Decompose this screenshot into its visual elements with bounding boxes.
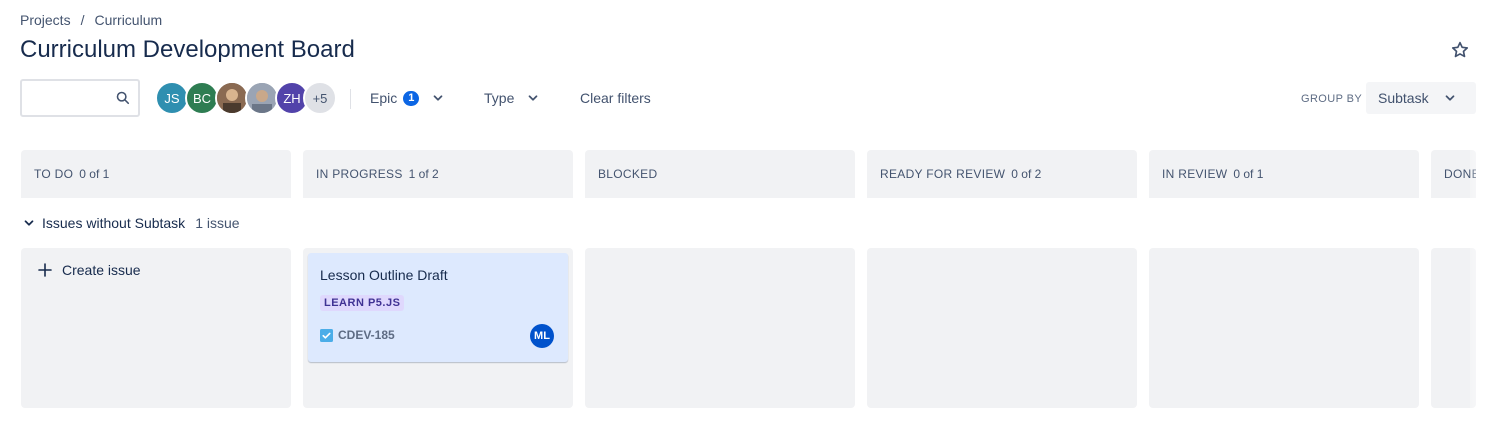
chevron-down-icon [24,220,34,226]
column-name: BLOCKED [598,167,658,181]
chevron-down-icon [1445,95,1454,101]
swimlane-toggle[interactable]: Issues without Subtask 1 issue [22,215,240,231]
star-button[interactable] [1446,36,1474,64]
assignee-initials: ML [534,330,550,342]
clear-filters-label: Clear filters [580,90,651,106]
clear-filters-button[interactable]: Clear filters [574,83,657,113]
issue-key: CDEV-185 [320,328,395,342]
breadcrumb-current-link[interactable]: Curriculum [94,12,162,28]
column-header-blocked: BLOCKED [585,150,855,198]
column-count: 0 of 1 [1233,167,1264,181]
swimlane-label: Issues without Subtask [42,215,186,231]
column-header-ready-for-review: READY FOR REVIEW 0 of 2 [867,150,1137,198]
chevron-down-icon [433,95,443,101]
board-scroll-fade [1470,140,1502,420]
epic-lozenge[interactable]: LEARN P5.JS [320,295,405,311]
search-icon [116,91,130,110]
breadcrumb: Projects / Curriculum [20,12,162,28]
create-issue-button[interactable]: Create issue [38,262,141,278]
column-name: TO DO [34,167,74,181]
toolbar-divider [350,89,351,109]
user-photo-icon [247,83,277,113]
column-count: 1 of 2 [408,167,439,181]
column-body-ready-for-review [867,248,1137,408]
assignee-avatar[interactable]: ML [530,324,554,348]
epic-filter-button[interactable]: Epic 1 [364,83,451,113]
more-avatars-button[interactable]: +5 [303,81,337,115]
column-count: 0 of 2 [1011,167,1042,181]
star-icon [1451,41,1469,58]
plus-icon [38,263,52,277]
column-header-in-review: IN REVIEW 0 of 1 [1149,150,1419,198]
epic-filter-count-badge: 1 [403,90,420,106]
avatar-filter-js[interactable]: JS [155,81,189,115]
column-name: READY FOR REVIEW [880,167,1006,181]
issue-card-title: Lesson Outline Draft [320,267,448,283]
create-issue-label: Create issue [62,262,141,278]
column-body-in-review [1149,248,1419,408]
type-filter-label: Type [484,90,515,106]
group-by-value: Subtask [1378,90,1429,106]
breadcrumb-projects-link[interactable]: Projects [20,12,71,28]
issue-card[interactable]: Lesson Outline Draft LEARN P5.JS CDEV-18… [308,253,568,362]
user-photo-icon [217,83,247,113]
column-count: 0 of 1 [79,167,110,181]
breadcrumb-separator: / [80,12,85,28]
avatar-filter-photo-1[interactable] [215,81,249,115]
column-name: IN PROGRESS [316,167,403,181]
avatar-filter-photo-2[interactable] [245,81,279,115]
column-header-in-progress: IN PROGRESS 1 of 2 [303,150,573,198]
search-input[interactable] [28,81,122,115]
search-box [20,79,140,117]
swimlane-count: 1 issue [195,215,240,231]
type-filter-button[interactable]: Type [478,83,546,113]
task-checkbox-icon [320,328,333,342]
issue-key-text: CDEV-185 [338,328,395,342]
page-title: Curriculum Development Board [20,36,355,63]
column-header-todo: TO DO 0 of 1 [21,150,291,198]
group-by-select[interactable]: Subtask [1366,82,1476,114]
column-name: IN REVIEW [1162,167,1228,181]
epic-filter-label: Epic [370,90,398,106]
group-by-label: GROUP BY [1301,93,1363,105]
column-body-blocked [585,248,855,408]
avatar-filter-bc[interactable]: BC [185,81,219,115]
chevron-down-icon [528,95,538,101]
board-toolbar: JS BC ZH +5 Epic 1 Type Clear filters GR… [20,79,1476,117]
